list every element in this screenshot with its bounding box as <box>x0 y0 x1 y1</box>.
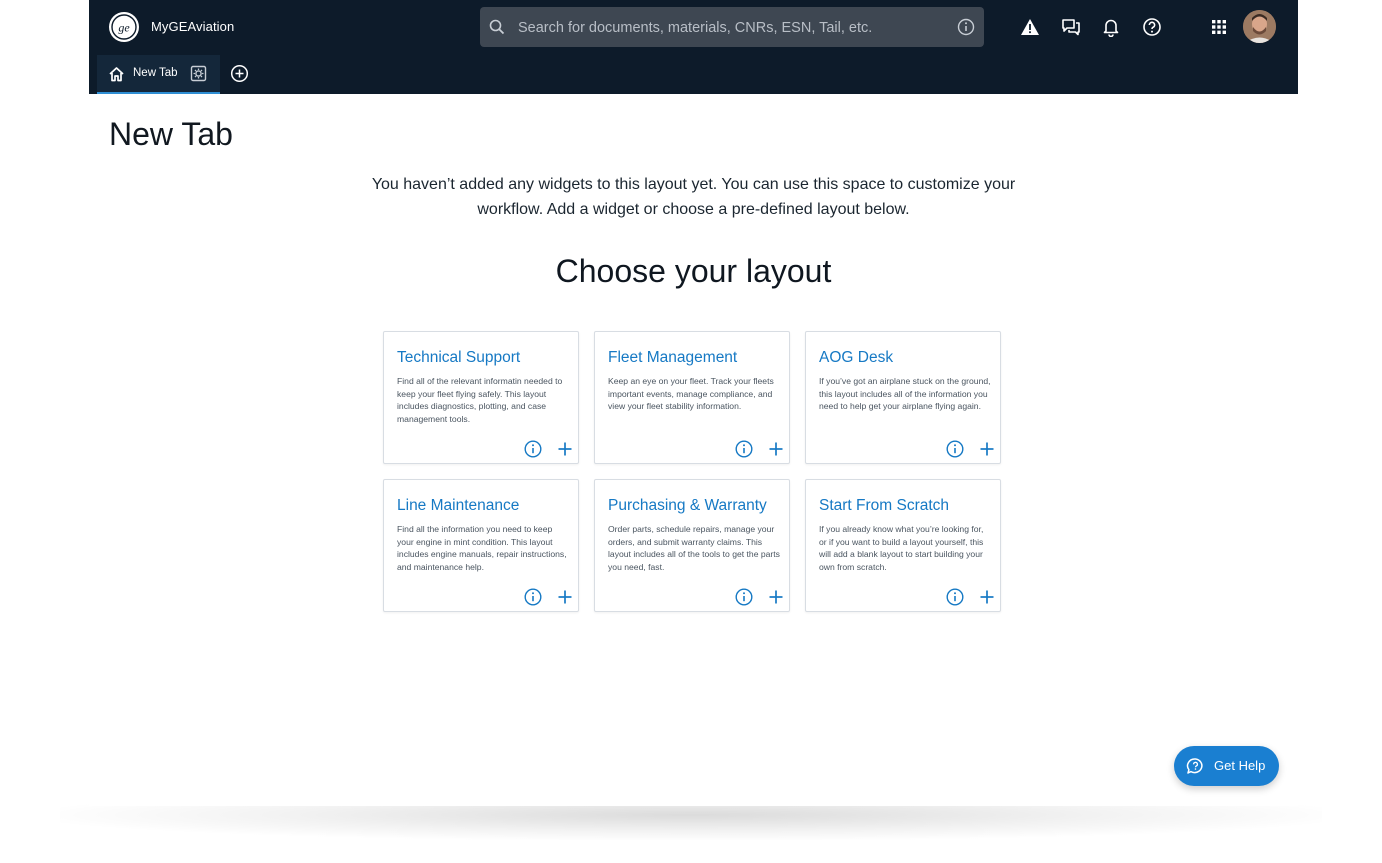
add-icon[interactable] <box>767 588 785 611</box>
layout-card-description: If you already know what you’re looking … <box>819 524 984 572</box>
layout-card-title: AOG Desk <box>819 349 894 366</box>
layout-card-start-from-scratch[interactable]: Start From Scratch If you already know w… <box>805 479 1001 612</box>
chat-icon[interactable] <box>1060 16 1082 38</box>
get-help-button[interactable]: Get Help <box>1174 746 1279 786</box>
layout-card-line-maintenance[interactable]: Line Maintenance Find all the informatio… <box>383 479 579 612</box>
layout-card-description: Find all the information you need to kee… <box>397 524 567 572</box>
layout-card-title: Technical Support <box>397 349 521 366</box>
info-icon[interactable] <box>946 440 964 463</box>
ge-monogram-icon: ge <box>111 14 137 40</box>
layout-card-aog-desk[interactable]: AOG Desk If you’ve got an airplane stuck… <box>805 331 1001 464</box>
help-chat-icon <box>1186 757 1205 780</box>
layout-card-title: Fleet Management <box>608 349 738 366</box>
empty-layout-message: You haven’t added any widgets to this la… <box>371 176 1016 218</box>
layout-card-title: Line Maintenance <box>397 497 520 514</box>
add-icon[interactable] <box>556 440 574 463</box>
top-header: ge MyGEAviation Search for documents, ma… <box>89 0 1298 94</box>
layout-card-description: Order parts, schedule repairs, manage yo… <box>608 524 780 572</box>
search-info-icon[interactable] <box>957 18 975 41</box>
info-icon[interactable] <box>735 588 753 611</box>
add-icon[interactable] <box>978 588 996 611</box>
layout-card-technical-support[interactable]: Technical Support Find all of the releva… <box>383 331 579 464</box>
tab-label: New Tab <box>133 67 178 79</box>
tab-settings-icon[interactable] <box>190 65 207 87</box>
info-icon[interactable] <box>524 588 542 611</box>
choose-layout-heading: Choose your layout <box>555 253 832 289</box>
add-tab-icon[interactable] <box>230 64 249 88</box>
layout-card-purchasing-warranty[interactable]: Purchasing & Warranty Order parts, sched… <box>594 479 790 612</box>
ge-logo[interactable]: ge <box>109 12 139 42</box>
app-window: ge MyGEAviation Search for documents, ma… <box>89 0 1298 806</box>
layout-card-title: Purchasing & Warranty <box>608 497 767 514</box>
user-avatar[interactable] <box>1243 10 1276 43</box>
get-help-label: Get Help <box>1214 758 1266 773</box>
layout-card-title: Start From Scratch <box>819 497 950 514</box>
bell-icon[interactable] <box>1100 16 1122 38</box>
search-input[interactable] <box>516 17 940 39</box>
layout-card-fleet-management[interactable]: Fleet Management Keep an eye on your fle… <box>594 331 790 464</box>
search-icon <box>488 18 506 41</box>
info-icon[interactable] <box>524 440 542 463</box>
layout-card-description: Keep an eye on your fleet. Track your fl… <box>608 376 774 412</box>
layout-card-description: If you’ve got an airplane stuck on the g… <box>819 376 991 412</box>
svg-text:ge: ge <box>118 21 130 35</box>
apps-grid-icon[interactable] <box>1208 16 1230 38</box>
add-icon[interactable] <box>556 588 574 611</box>
info-icon[interactable] <box>735 440 753 463</box>
info-icon[interactable] <box>946 588 964 611</box>
layout-card-description: Find all of the relevant informatin need… <box>397 376 563 424</box>
help-circle-icon[interactable] <box>1141 16 1163 38</box>
global-search[interactable] <box>480 7 984 47</box>
add-icon[interactable] <box>767 440 785 463</box>
home-icon <box>108 66 125 87</box>
app-name: MyGEAviation <box>151 19 235 34</box>
tab-new-tab[interactable]: New Tab <box>97 55 220 94</box>
page-title: New Tab <box>109 116 233 152</box>
add-icon[interactable] <box>978 440 996 463</box>
warning-icon[interactable] <box>1019 16 1041 38</box>
